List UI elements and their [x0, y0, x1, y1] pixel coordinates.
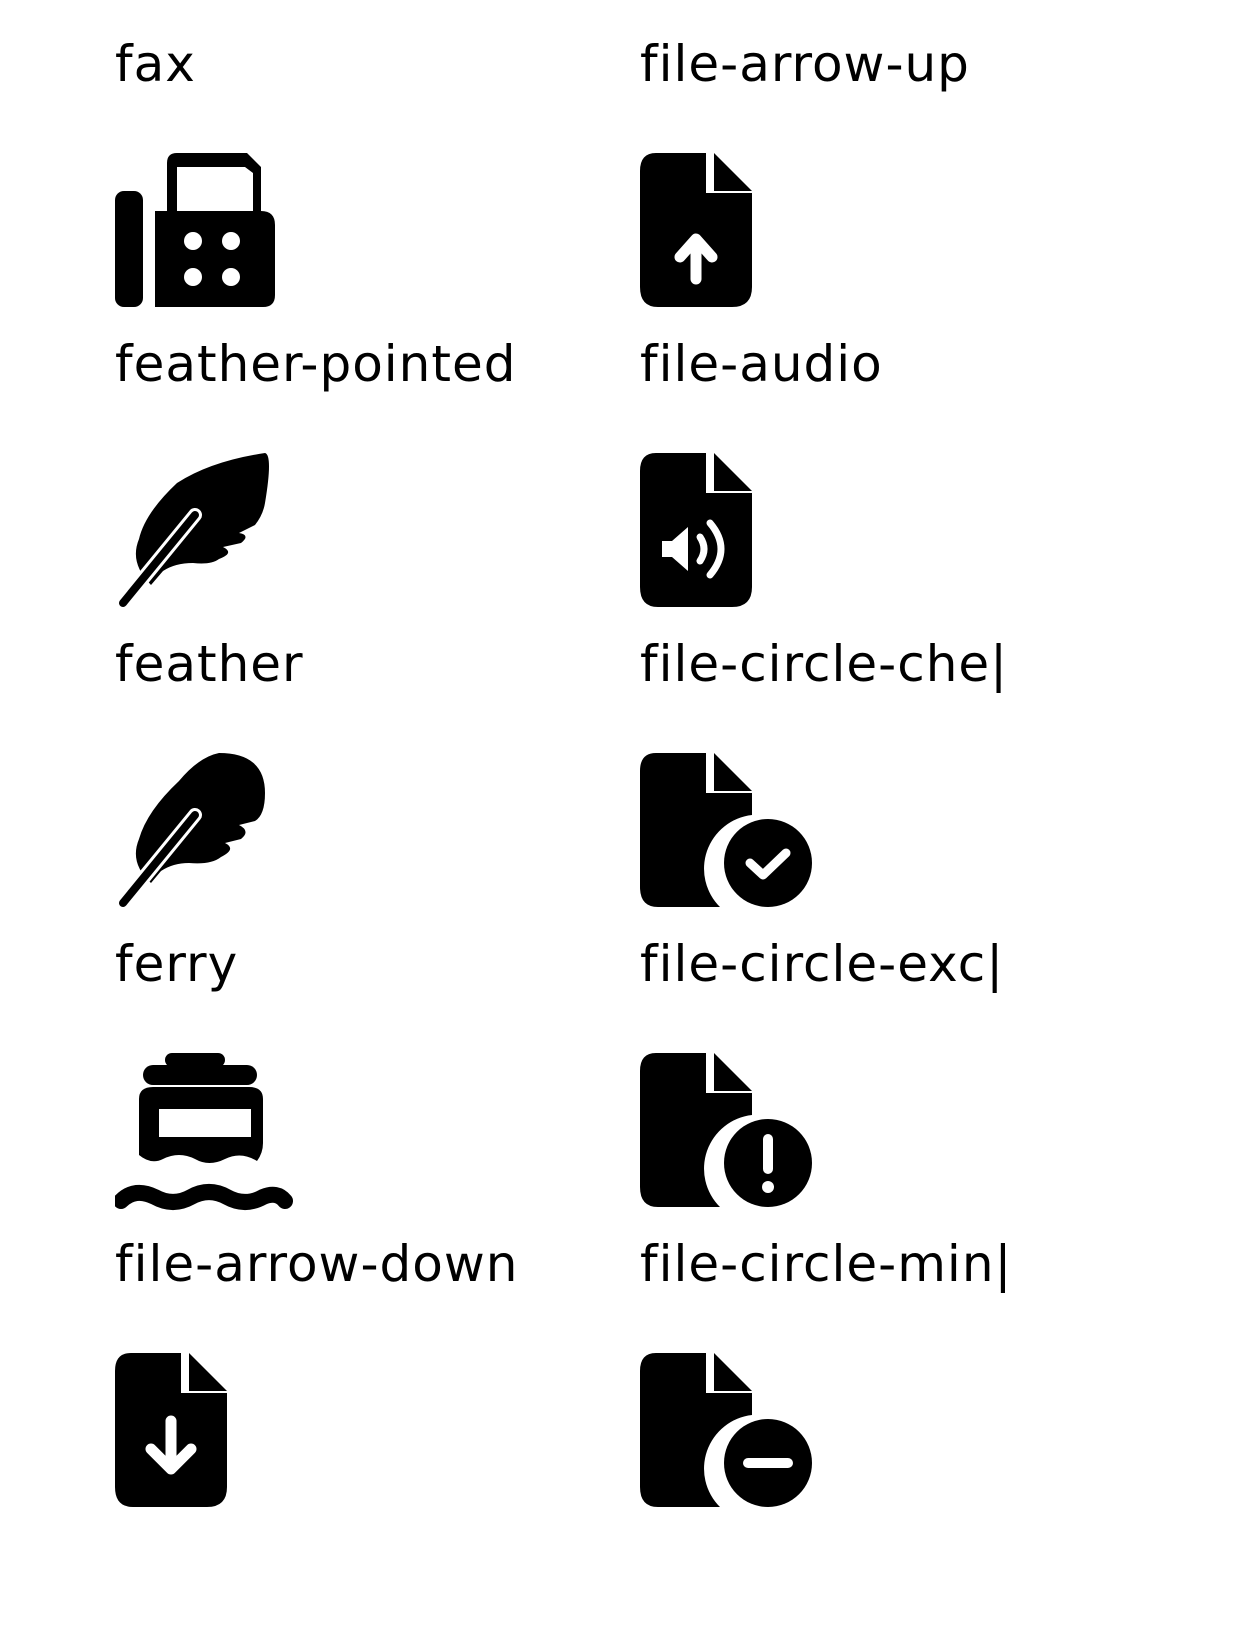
file-circle-check-icon	[640, 753, 820, 913]
icon-label: file-circle-che|	[640, 635, 1009, 693]
icon-label: file-circle-min|	[640, 1235, 1013, 1293]
icon-cell-ferry[interactable]: ferry	[115, 910, 635, 1220]
file-circle-minus-icon	[640, 1353, 820, 1513]
icon-grid: fax file-arrow-up feather-pointed file-a…	[0, 0, 1236, 1646]
icon-label: fax	[115, 35, 196, 93]
icon-label: file-circle-exc|	[640, 935, 1005, 993]
file-circle-exclamation-icon	[640, 1053, 820, 1213]
icon-cell-file-circle-minus[interactable]: file-circle-min|	[640, 1210, 1160, 1520]
file-arrow-up-icon	[640, 153, 820, 313]
icon-cell-feather[interactable]: feather	[115, 610, 635, 920]
icon-label: file-audio	[640, 335, 883, 393]
ferry-icon	[115, 1053, 295, 1213]
fax-icon	[115, 153, 295, 313]
icon-cell-file-circle-exclamation[interactable]: file-circle-exc|	[640, 910, 1160, 1220]
icon-cell-feather-pointed[interactable]: feather-pointed	[115, 310, 635, 620]
file-audio-icon	[640, 453, 820, 613]
icon-label: file-arrow-up	[640, 35, 970, 93]
icon-cell-fax[interactable]: fax	[115, 10, 635, 320]
icon-label: ferry	[115, 935, 239, 993]
feather-icon	[115, 753, 295, 913]
file-arrow-down-icon	[115, 1353, 295, 1513]
icon-label: feather-pointed	[115, 335, 517, 393]
icon-label: file-arrow-down	[115, 1235, 519, 1293]
icon-cell-file-circle-check[interactable]: file-circle-che|	[640, 610, 1160, 920]
icon-cell-file-arrow-up[interactable]: file-arrow-up	[640, 10, 1160, 320]
icon-label: feather	[115, 635, 304, 693]
feather-pointed-icon	[115, 453, 295, 613]
icon-cell-file-audio[interactable]: file-audio	[640, 310, 1160, 620]
icon-cell-file-arrow-down[interactable]: file-arrow-down	[115, 1210, 635, 1520]
